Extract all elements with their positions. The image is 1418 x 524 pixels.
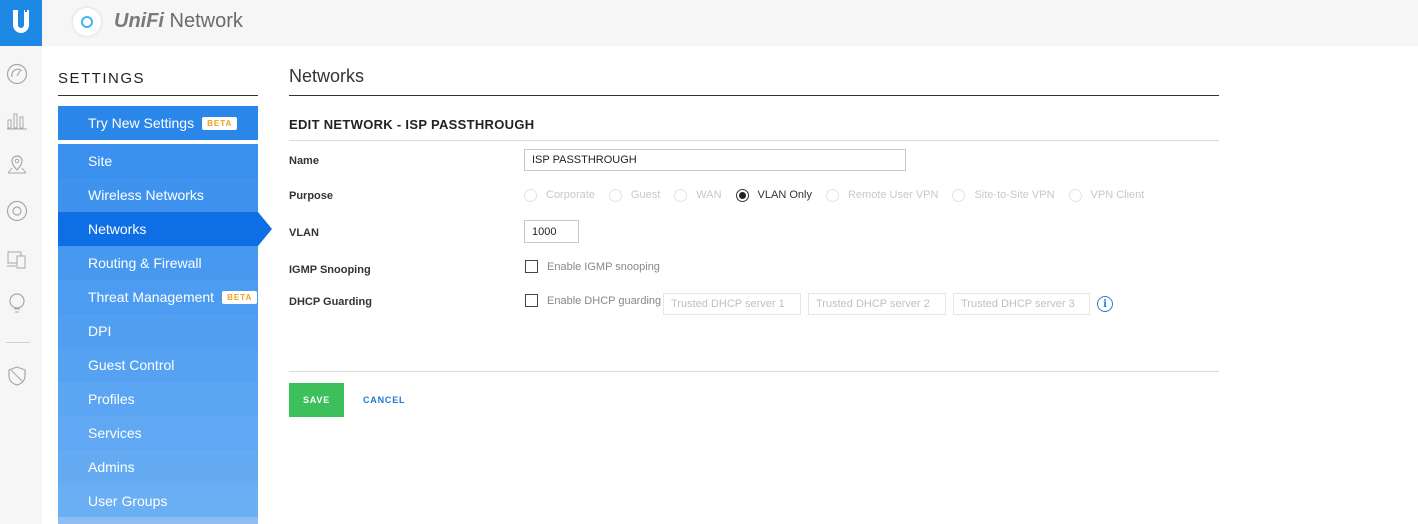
trusted-dhcp-server-1-input[interactable]: Trusted DHCP server 1 — [663, 293, 801, 315]
sidebar-item-services[interactable]: Services — [58, 416, 258, 450]
purpose-radio-remote-user-vpn[interactable]: Remote User VPN — [825, 188, 939, 202]
page-title: Networks — [289, 66, 365, 86]
sidebar-item-label: Routing & Firewall — [88, 255, 202, 271]
title-divider — [289, 95, 1219, 96]
radio-label: VLAN Only — [757, 189, 812, 201]
sidebar-item-label: Guest Control — [88, 357, 175, 373]
radio-label: Guest — [630, 189, 661, 201]
sidebar-item-label: Try New Settings — [88, 115, 195, 131]
actions-divider — [289, 371, 1219, 372]
radio-label: Site-to-Site VPN — [974, 189, 1055, 201]
purpose-label: Purpose — [289, 190, 334, 202]
insights-icon[interactable] — [5, 291, 29, 315]
radio-circle — [735, 188, 749, 202]
name-label: Name — [289, 155, 319, 167]
info-icon[interactable]: i — [1097, 296, 1113, 312]
sidebar-item-dpi[interactable]: DPI — [58, 314, 258, 348]
save-button[interactable]: SAVE — [289, 383, 344, 417]
sidebar-item-label: Services — [88, 425, 142, 441]
devices-icon[interactable] — [5, 199, 29, 223]
sidebar-item-admins[interactable]: Admins — [58, 450, 258, 484]
sidebar-item-label: User Groups — [88, 493, 168, 509]
purpose-radio-vpn-client[interactable]: VPN Client — [1068, 188, 1145, 202]
purpose-radio-guest[interactable]: Guest — [608, 188, 661, 202]
sidebar-item-label: Site — [88, 153, 113, 169]
sidebar-item-wireless-networks[interactable]: Wireless Networks — [58, 178, 258, 212]
app-title: UniFi Network — [114, 10, 243, 32]
checkbox-box — [525, 294, 538, 307]
network-name-input[interactable]: ISP PASSTHROUGH — [524, 149, 906, 171]
settings-heading: SETTINGS — [58, 70, 258, 96]
sidebar-item-guest-control[interactable]: Guest Control — [58, 348, 258, 382]
dhcp-guarding-checkbox[interactable]: Enable DHCP guarding — [525, 294, 661, 307]
statistics-icon[interactable] — [5, 108, 29, 132]
radio-circle — [1068, 188, 1082, 202]
cancel-button[interactable]: CANCEL — [357, 383, 411, 417]
ubiquiti-logo-icon — [13, 10, 29, 33]
trusted-dhcp-server-3-input[interactable]: Trusted DHCP server 3 — [953, 293, 1090, 315]
sidebar-item-label: DPI — [88, 323, 112, 339]
radio-label: Corporate — [546, 189, 595, 201]
form-divider — [289, 140, 1219, 141]
purpose-radio-corporate[interactable]: Corporate — [524, 188, 595, 202]
sidebar-item-profiles[interactable]: Profiles — [58, 382, 258, 416]
vlan-label: VLAN — [289, 227, 319, 239]
purpose-radio-vlan-only[interactable]: VLAN Only — [735, 188, 812, 202]
igmp-snooping-checkbox[interactable]: Enable IGMP snooping — [525, 260, 660, 273]
trusted-dhcp-server-2-input[interactable]: Trusted DHCP server 2 — [808, 293, 946, 315]
vlan-id-input[interactable]: 1000 — [524, 220, 579, 243]
sidebar-item-user-groups[interactable]: User Groups — [58, 484, 258, 518]
radio-circle — [608, 188, 622, 202]
radio-circle — [825, 188, 839, 202]
radio-circle — [952, 188, 966, 202]
rail-divider — [6, 342, 30, 343]
radio-circle — [674, 188, 688, 202]
form-title: EDIT NETWORK - ISP PASSTHROUGH — [289, 117, 535, 132]
settings-nav: Try New Settings BETA Site Wireless Netw… — [58, 106, 272, 518]
ubiquiti-logo[interactable] — [0, 0, 42, 46]
clients-icon[interactable] — [5, 247, 29, 271]
sidebar-item-more[interactable] — [58, 517, 258, 524]
radio-label: Remote User VPN — [847, 189, 939, 201]
dhcp-guarding-label: DHCP Guarding — [289, 296, 372, 308]
app-switcher-icon[interactable] — [73, 8, 101, 36]
radio-label: WAN — [696, 189, 722, 201]
radio-label: VPN Client — [1090, 189, 1145, 201]
sidebar-item-label: Networks — [88, 221, 147, 237]
map-icon[interactable] — [5, 152, 29, 176]
sidebar-item-routing-firewall[interactable]: Routing & Firewall — [58, 246, 258, 280]
left-rail — [0, 46, 42, 524]
purpose-radio-group: Corporate Guest WAN VLAN Only Remote Use… — [524, 187, 1158, 203]
purpose-radio-wan[interactable]: WAN — [674, 188, 722, 202]
sidebar-item-threat-management[interactable]: Threat Management BETA — [58, 280, 258, 314]
checkbox-label: Enable DHCP guarding — [547, 294, 662, 307]
sidebar-item-site[interactable]: Site — [58, 144, 258, 178]
checkbox-label: Enable IGMP snooping — [547, 260, 660, 273]
dashboard-icon[interactable] — [5, 62, 29, 86]
sidebar-item-label: Wireless Networks — [88, 187, 204, 203]
sidebar-item-label: Threat Management — [88, 289, 215, 305]
sidebar-item-try-new-settings[interactable]: Try New Settings BETA — [58, 106, 258, 140]
checkbox-box — [525, 260, 538, 273]
radio-circle — [524, 188, 537, 202]
purpose-radio-site-to-site-vpn[interactable]: Site-to-Site VPN — [952, 188, 1055, 202]
top-bar: UniFi Network — [0, 0, 1418, 46]
igmp-snooping-label: IGMP Snooping — [289, 264, 371, 276]
sidebar-item-label: Profiles — [88, 391, 135, 407]
beta-badge: BETA — [202, 116, 238, 130]
sidebar-item-networks[interactable]: Networks — [58, 212, 272, 246]
alerts-shield-icon[interactable] — [5, 364, 29, 388]
sidebar-item-label: Admins — [88, 459, 135, 475]
beta-badge: BETA — [222, 290, 258, 304]
